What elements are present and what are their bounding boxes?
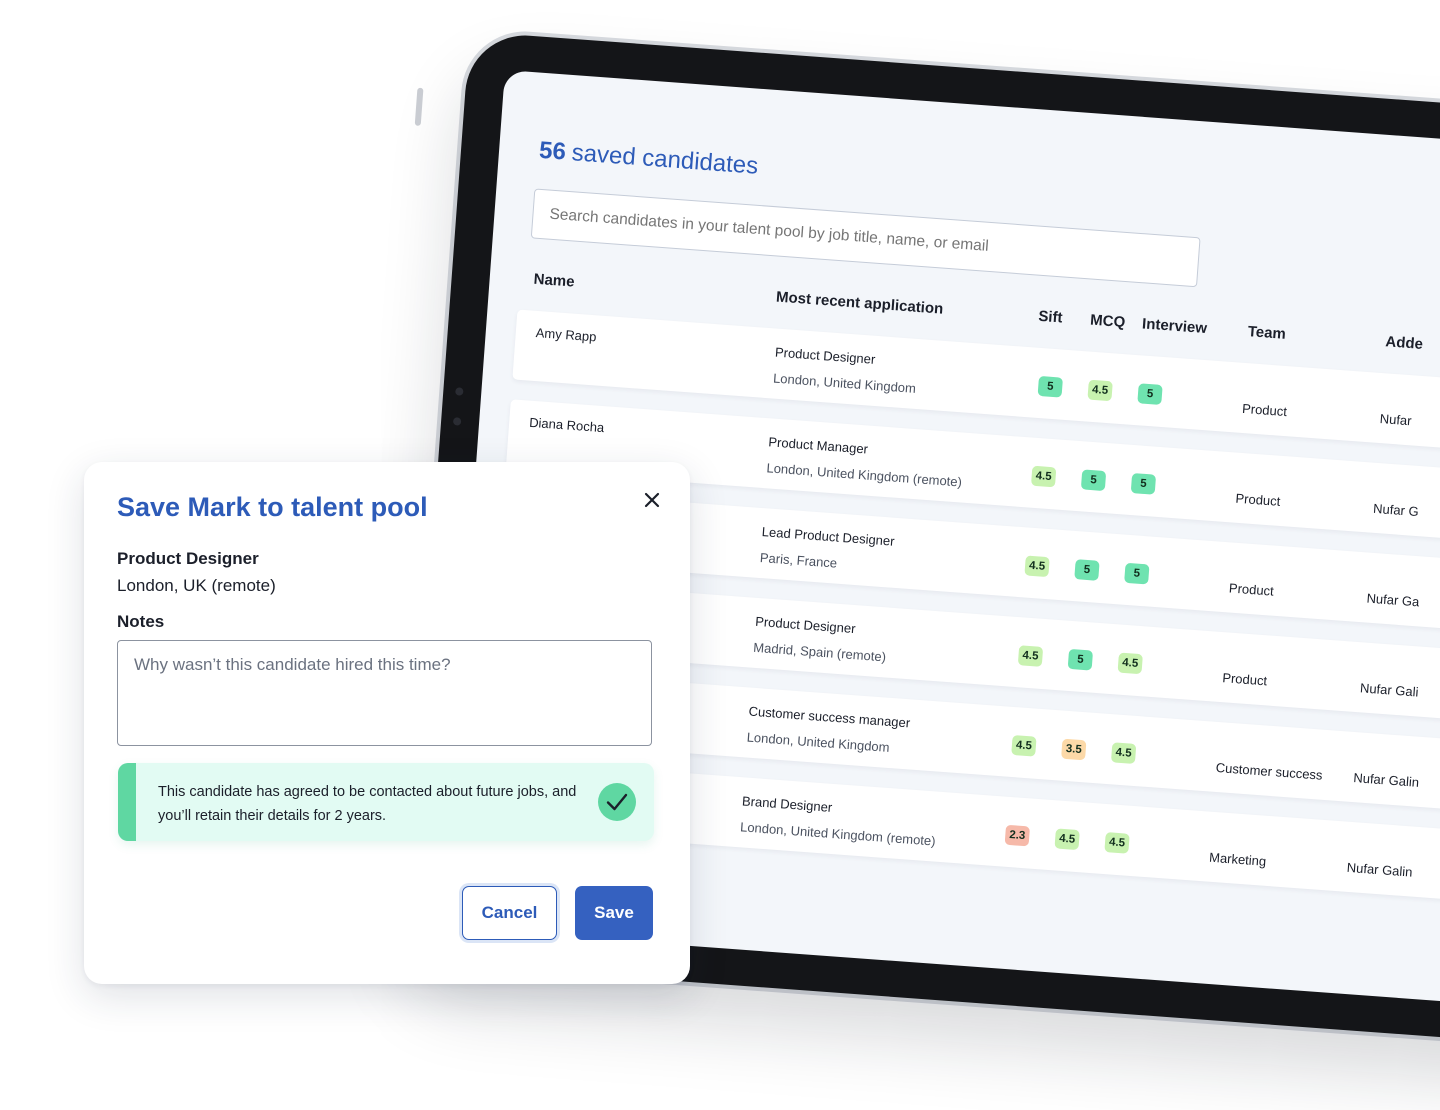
added-by: Nufar G: [1372, 500, 1420, 520]
added-by: Nufar Galin: [1346, 859, 1413, 880]
close-icon: [644, 492, 660, 508]
mcq-score: 3.5: [1061, 738, 1087, 761]
column-header-added-by[interactable]: Adde: [1385, 333, 1424, 353]
team-name: Product: [1221, 670, 1268, 689]
sift-score: 4.5: [1030, 465, 1057, 488]
interview-score: 4.5: [1104, 832, 1130, 854]
close-button[interactable]: [640, 488, 664, 512]
column-header-name[interactable]: Name: [533, 271, 575, 291]
team-name: Customer success: [1215, 759, 1324, 783]
team-name: Product: [1235, 490, 1281, 509]
application-location: London, United Kingdom (remote): [739, 819, 937, 849]
mcq-score: 5: [1067, 648, 1094, 671]
column-header-team[interactable]: Team: [1247, 323, 1286, 343]
save-to-talent-pool-modal: Save Mark to talent pool Product Designe…: [84, 462, 690, 984]
consent-accent-bar: [118, 763, 136, 841]
team-name: Marketing: [1208, 849, 1267, 869]
application-location: London, United Kingdom (remote): [766, 460, 963, 490]
column-header-mcq[interactable]: MCQ: [1090, 312, 1126, 332]
added-by: Nufar Ga: [1366, 590, 1420, 610]
sift-score: 4.5: [1011, 734, 1037, 757]
application-title: Product Designer: [754, 613, 857, 637]
sift-score: 2.3: [1004, 824, 1031, 847]
application-title: Product Designer: [774, 344, 876, 367]
mcq-score: 4.5: [1054, 828, 1080, 851]
candidate-search-input[interactable]: [530, 188, 1201, 288]
cancel-button[interactable]: Cancel: [462, 886, 557, 940]
candidate-name: Amy Rapp: [535, 324, 597, 345]
candidate-name: Diana Rocha: [528, 414, 605, 436]
mcq-score: 5: [1080, 469, 1107, 492]
application-location: London, United Kingdom: [746, 729, 891, 755]
consent-notice: This candidate has agreed to be contacte…: [118, 763, 654, 841]
mcq-score: 5: [1074, 559, 1100, 581]
job-title: Product Designer: [117, 549, 259, 568]
application-location: Paris, France: [759, 550, 838, 571]
job-location: London, UK (remote): [117, 576, 276, 595]
interview-score: 5: [1124, 562, 1150, 585]
check-icon: [606, 793, 628, 811]
column-header-interview[interactable]: Interview: [1141, 315, 1207, 337]
team-name: Product: [1241, 400, 1288, 420]
interview-score: 5: [1137, 383, 1163, 405]
page-title: 56 saved candidates: [538, 137, 759, 181]
sift-score: 5: [1037, 375, 1063, 398]
save-button[interactable]: Save: [575, 886, 653, 940]
application-title: Lead Product Designer: [761, 524, 896, 549]
team-name: Product: [1228, 580, 1275, 599]
tablet-side-button: [414, 87, 424, 126]
candidate-count: 56: [538, 136, 567, 166]
consent-text: This candidate has agreed to be contacte…: [158, 784, 577, 824]
application-title: Product Manager: [767, 434, 869, 457]
consent-check-badge: [598, 783, 636, 821]
application-location: London, United Kingdom: [772, 370, 917, 396]
interview-score: 5: [1130, 473, 1157, 495]
sift-score: 4.5: [1017, 645, 1044, 667]
added-by: Nufar Galin: [1352, 770, 1420, 790]
page-title-text: saved candidates: [570, 139, 760, 180]
sift-score: 4.5: [1024, 555, 1050, 578]
added-by: Nufar: [1379, 411, 1413, 429]
application-title: Brand Designer: [741, 793, 833, 815]
application-location: Madrid, Spain (remote): [752, 639, 887, 665]
added-by: Nufar Gali: [1359, 680, 1419, 700]
modal-title: Save Mark to talent pool: [117, 492, 428, 522]
column-header-application[interactable]: Most recent application: [775, 288, 943, 317]
interview-score: 4.5: [1117, 652, 1143, 675]
notes-textarea[interactable]: [117, 640, 652, 746]
interview-score: 4.5: [1110, 742, 1137, 764]
mcq-score: 4.5: [1087, 379, 1113, 402]
column-header-sift[interactable]: Sift: [1038, 308, 1063, 327]
notes-label: Notes: [117, 612, 165, 631]
application-title: Customer success manager: [748, 703, 911, 731]
